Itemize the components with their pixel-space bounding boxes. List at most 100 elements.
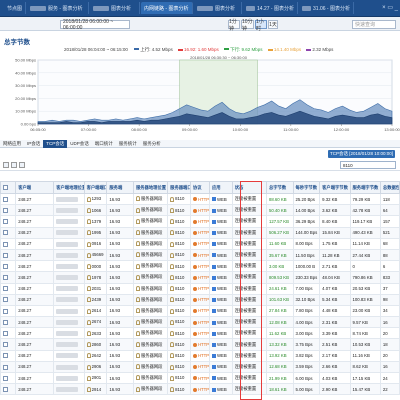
table-row[interactable]: 248.27 2860 16.93 服务器网段 8110 HTTP WEB 连接被重置 13.3… bbox=[0, 338, 400, 351]
row-checkbox[interactable] bbox=[3, 252, 8, 258]
table-row[interactable]: 248.27 2614 16.93 服务器网段 8110 HTTP WEB 连接被重置 27.8… bbox=[0, 304, 400, 318]
range-10min-button[interactable]: 10分钟 bbox=[241, 19, 254, 32]
cell-total-bytes: 3.00 KB bbox=[265, 260, 294, 273]
tab-0[interactable]: 节点图 bbox=[2, 2, 26, 14]
table-row[interactable]: 248.27 1995 16.93 服务器网段 8110 HTTP WEB 连接被重置 506.… bbox=[0, 226, 400, 239]
table-row[interactable]: 248.27 2031 16.93 服务器网段 8110 HTTP WEB 连接被重置 24.6… bbox=[0, 282, 400, 295]
table-cell bbox=[53, 204, 85, 217]
range-1min-button[interactable]: 1分钟 bbox=[228, 19, 240, 32]
col-header[interactable]: 客户端端口 bbox=[83, 181, 108, 194]
time-range-display[interactable]: 2018/01/28 06:00:00 ~ 06:00:00 bbox=[60, 19, 130, 31]
tab-4[interactable]: 图表分析 bbox=[194, 2, 242, 14]
table-row[interactable]: 248.27 2906 16.93 服务器网段 8110 HTTP WEB 连接被重置 12.6… bbox=[0, 360, 400, 374]
subtab-2[interactable]: TCP会话 bbox=[43, 139, 68, 148]
http-icon bbox=[192, 242, 197, 247]
traffic-chart[interactable]: 0.00 bps 10.00 Mbps 20.00 Mbps 30.00 Mbps 40… bbox=[0, 54, 400, 136]
row-checkbox[interactable] bbox=[3, 275, 8, 281]
table-row[interactable]: 248.27 2901 16.93 服务器网段 8110 HTTP WEB 连接被重置 21.9… bbox=[0, 371, 400, 385]
col-checkbox[interactable] bbox=[0, 181, 17, 194]
quick-search-input[interactable]: 快速查询 bbox=[352, 20, 396, 29]
col-header[interactable]: 协议 bbox=[189, 181, 210, 194]
traffic-chart-svg[interactable]: 0.00 bps 10.00 Mbps 20.00 Mbps 30.00 Mbps 40… bbox=[0, 54, 400, 136]
row-checkbox[interactable] bbox=[3, 196, 8, 202]
col-header[interactable]: 每秒字节数 bbox=[292, 181, 321, 194]
tab-3[interactable]: 内网链路 - 图表分析 bbox=[141, 2, 193, 14]
legend-item-4[interactable]: 2.32 Mbps bbox=[306, 47, 333, 52]
row-checkbox[interactable] bbox=[3, 230, 8, 236]
row-checkbox[interactable] bbox=[3, 375, 8, 381]
table-row[interactable]: 248.27 2633 16.93 服务器网段 8110 HTTP WEB 连接被重置 11.6… bbox=[0, 327, 400, 340]
subtab-1[interactable]: IP会话 bbox=[24, 141, 43, 147]
server-location-value: 服务器网段 bbox=[140, 207, 163, 213]
tab-5[interactable]: 14.27 - 图表分析 bbox=[243, 2, 298, 14]
col-header[interactable]: 客户端 bbox=[15, 181, 55, 194]
tab-2[interactable]: 图表分析 bbox=[90, 2, 140, 14]
window-controls[interactable]: × ▭ _ bbox=[382, 4, 398, 11]
range-1d-button[interactable]: 1天 bbox=[268, 20, 278, 29]
row-checkbox[interactable] bbox=[3, 286, 8, 292]
col-header[interactable]: 服务端 bbox=[106, 181, 134, 194]
row-checkbox[interactable] bbox=[3, 241, 8, 247]
table-row[interactable]: 248.27 2914 16.93 服务器网段 8110 HTTP WEB 连接被重置 18.6… bbox=[0, 383, 400, 396]
row-checkbox[interactable] bbox=[3, 319, 8, 325]
protocol-value: HTTP bbox=[197, 353, 210, 359]
legend-item-3[interactable]: 14.1.40 Mbps bbox=[267, 47, 301, 52]
subtab-5[interactable]: 服务统计 bbox=[116, 141, 140, 147]
col-header[interactable]: 服务器端口 bbox=[167, 181, 191, 194]
client-ip-value: 248.27 bbox=[18, 319, 32, 325]
table-row[interactable]: 248.27 2674 16.93 服务器网段 8110 HTTP WEB 连接被重置 12.0… bbox=[0, 316, 400, 329]
table-row[interactable]: 248.27 0916 16.93 服务器网段 8110 HTTP WEB 连接被重置 11.6… bbox=[0, 237, 400, 250]
legend-item-2[interactable]: 下行: 9.62 Mbps bbox=[223, 47, 263, 53]
row-checkbox[interactable] bbox=[3, 263, 8, 269]
refresh-icon[interactable] bbox=[11, 162, 17, 168]
table-row[interactable]: 248.27 1379 16.93 服务器网段 8110 HTTP WEB 连接被重置 127.… bbox=[0, 215, 400, 228]
map-pin-icon bbox=[86, 263, 91, 269]
subtab-6[interactable]: 服务分析 bbox=[140, 141, 164, 147]
cell-application: WEB bbox=[208, 304, 233, 318]
filter-input[interactable]: 8110 bbox=[340, 161, 396, 169]
table-row[interactable]: 248.27 0000 16.93 服务器网段 8110 HTTP WEB 连接被重置 3.00… bbox=[0, 260, 400, 273]
row-checkbox[interactable] bbox=[3, 331, 8, 337]
table-row[interactable]: 248.27 45669 16.93 服务器网段 8110 HTTP WEB 连接被重置 35.… bbox=[0, 248, 400, 262]
range-1h-button[interactable]: 1小时 bbox=[255, 19, 267, 32]
row-checkbox[interactable] bbox=[3, 207, 8, 213]
export-icon[interactable] bbox=[3, 162, 9, 168]
table-row[interactable]: 248.27 2642 16.93 服务器网段 8110 HTTP WEB 连接被重置 13.9… bbox=[0, 349, 400, 362]
cell-bytes-per-sec: 6.00 Bps bbox=[292, 371, 321, 385]
protocol-value: HTTP bbox=[197, 364, 210, 370]
server-ip-value: 16.93 bbox=[109, 308, 121, 314]
subtab-4[interactable]: 端口统计 bbox=[92, 141, 116, 147]
cell-client-ip: 248.27 bbox=[15, 360, 55, 374]
row-checkbox[interactable] bbox=[3, 342, 8, 348]
col-header[interactable]: 客户端字节数 bbox=[319, 181, 351, 194]
col-header[interactable]: 总数据包 bbox=[379, 181, 400, 194]
subtab-0[interactable]: 网络应用 bbox=[0, 141, 24, 147]
row-checkbox[interactable] bbox=[3, 297, 8, 303]
cell-total-packets: 20 bbox=[379, 349, 400, 362]
col-header[interactable]: 服务器地理位置 bbox=[132, 181, 169, 194]
row-checkbox[interactable] bbox=[3, 219, 8, 225]
settings-icon[interactable] bbox=[19, 162, 25, 168]
col-header[interactable]: 应用 bbox=[208, 181, 233, 194]
row-checkbox[interactable] bbox=[3, 364, 8, 370]
col-header[interactable]: 总字节数 bbox=[265, 181, 294, 194]
table-row[interactable]: 248.27 1978 16.93 服务器网段 8110 HTTP WEB 连接被重置 809.… bbox=[0, 271, 400, 284]
cell-client-bytes: 11.28 KB bbox=[319, 248, 351, 262]
map-pin-icon bbox=[135, 274, 140, 280]
table-row[interactable]: 248.27 1066 16.93 服务器网段 8110 HTTP WEB 连接被重置 50.4… bbox=[0, 204, 400, 217]
legend-item-0[interactable]: 上行: 4.52 Mbps bbox=[133, 47, 173, 53]
table-row[interactable]: 248.27 2439 16.93 服务器网段 8110 HTTP WEB 连接被重置 101.… bbox=[0, 293, 400, 306]
cell-client-ip: 248.27 bbox=[15, 260, 55, 273]
col-header[interactable]: 客户端地理位置 bbox=[53, 181, 85, 194]
select-all-checkbox[interactable] bbox=[3, 185, 8, 191]
row-checkbox[interactable] bbox=[3, 386, 8, 392]
legend-item-1[interactable]: 16.92: 1.60 Mbps bbox=[177, 47, 219, 52]
row-checkbox[interactable] bbox=[3, 308, 8, 314]
row-checkbox[interactable] bbox=[3, 353, 8, 359]
col-header[interactable]: 服务端字节数 bbox=[349, 181, 381, 194]
tab-6[interactable]: 31.06 - 图表分析 bbox=[299, 2, 354, 14]
cell-total-bytes: 127.57 KB bbox=[265, 215, 294, 228]
table-row[interactable]: 248.27 1293 16.93 服务器网段 8110 HTTP WEB 连接被重置 88.6… bbox=[0, 192, 400, 206]
subtab-3[interactable]: UDP会话 bbox=[67, 141, 92, 147]
tab-1[interactable]: 服务 - 图表分析 bbox=[27, 2, 89, 14]
